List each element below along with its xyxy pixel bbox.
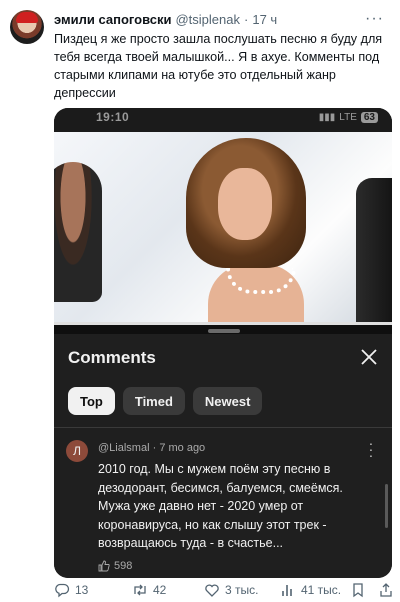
comment-more-icon[interactable]: · · · xyxy=(368,436,374,462)
scrollbar[interactable] xyxy=(385,484,388,528)
tweet-media-screenshot[interactable]: 19:10 ▮▮▮ LTE 63 Comments Top Timed Newe… xyxy=(54,108,392,578)
more-icon[interactable]: ··· xyxy=(365,10,384,28)
share-icon xyxy=(380,583,392,597)
header-separator: · xyxy=(244,11,249,27)
author-avatar[interactable] xyxy=(10,10,44,44)
video-person-left xyxy=(54,162,102,302)
tweet-actions: 13 42 3 тыс. 41 тыс. xyxy=(54,580,396,600)
close-icon[interactable] xyxy=(360,348,378,366)
like-button[interactable]: 3 тыс. xyxy=(204,582,258,598)
tweet[interactable]: эмили сапоговски @tsiplenak · 17 ч ··· П… xyxy=(0,0,400,602)
bookmark-button[interactable] xyxy=(350,582,366,598)
retweet-icon xyxy=(134,584,146,596)
like-count: 3 тыс. xyxy=(225,583,259,597)
video-person-right xyxy=(356,178,392,322)
signal-icon: ▮▮▮ xyxy=(318,112,336,123)
analytics-icon xyxy=(282,585,292,596)
commenter-avatar[interactable]: Л xyxy=(66,440,88,462)
comment-age: 7 mo ago xyxy=(159,442,206,454)
comment-filters: Top Timed Newest xyxy=(68,387,263,415)
comments-title: Comments xyxy=(68,348,156,367)
phone-status-bar: 19:10 ▮▮▮ LTE 63 xyxy=(54,108,392,132)
comment-meta: @Lialsmal · 7 mo ago xyxy=(98,442,205,454)
reply-count: 13 xyxy=(75,583,89,597)
status-icons: ▮▮▮ LTE 63 xyxy=(319,112,378,123)
network-label: LTE xyxy=(339,112,357,123)
author-name[interactable]: эмили сапоговски xyxy=(54,12,171,27)
filter-top[interactable]: Top xyxy=(68,387,115,415)
video-singer xyxy=(186,138,306,322)
filter-newest[interactable]: Newest xyxy=(192,387,263,415)
retweet-button[interactable]: 42 xyxy=(132,582,166,598)
heart-icon xyxy=(205,584,219,597)
bookmark-icon xyxy=(353,583,363,598)
comment-like-count: 598 xyxy=(114,560,133,572)
retweet-count: 42 xyxy=(153,583,167,597)
tweet-time[interactable]: 17 ч xyxy=(252,12,277,27)
battery-icon: 63 xyxy=(360,112,378,123)
views-button[interactable]: 41 тыс. xyxy=(280,582,341,598)
view-count: 41 тыс. xyxy=(301,583,342,597)
share-button[interactable] xyxy=(378,582,394,598)
video-frame xyxy=(54,132,392,322)
comments-panel: Comments Top Timed Newest Л @Lialsmal · … xyxy=(54,334,392,578)
status-time: 19:10 xyxy=(96,110,130,124)
comment-actions: 598 xyxy=(98,560,132,572)
filter-timed[interactable]: Timed xyxy=(122,387,185,415)
tweet-header: эмили сапоговски @tsiplenak · 17 ч ··· xyxy=(54,10,390,28)
thumbs-up-icon[interactable] xyxy=(98,560,110,572)
reply-button[interactable]: 13 xyxy=(54,582,88,598)
reply-icon xyxy=(55,583,70,598)
video-progress-bar[interactable] xyxy=(54,322,392,325)
tweet-text: Пиздец я же просто зашла послушать песню… xyxy=(54,32,383,100)
author-handle[interactable]: @tsiplenak xyxy=(175,12,240,27)
comment-author[interactable]: @Lialsmal xyxy=(98,442,150,454)
divider xyxy=(54,427,392,428)
comment-text: 2010 год. Мы с мужем поём эту песню в де… xyxy=(98,462,343,551)
drag-handle[interactable] xyxy=(208,329,240,333)
